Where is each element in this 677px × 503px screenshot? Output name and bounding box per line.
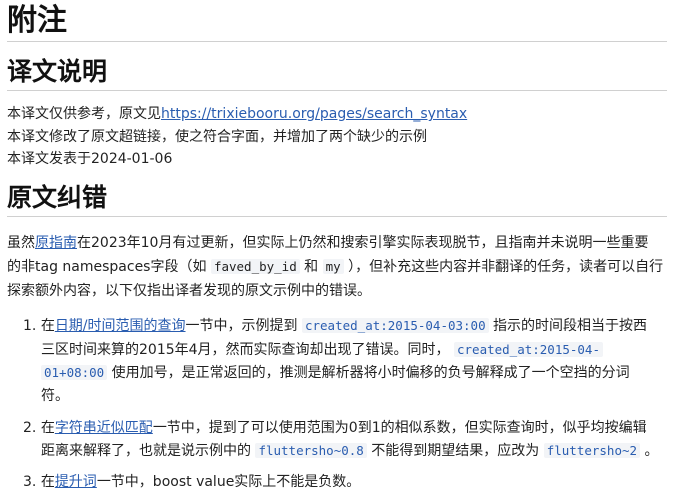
list-item-text: 一节中，boost value实际上不能是负数。 — [96, 474, 361, 490]
document-page: 附注 译文说明 本译文仅供参考，原文见https://trixiebooru.o… — [0, 0, 677, 503]
list-item-continuation: 符。 — [41, 388, 69, 404]
list-item-continuation: 三区时间来算的2015年4月，然而实际查询却出现了错误。同时， created_… — [41, 340, 603, 360]
errata-intro-line-1: 虽然原指南在2023年10月有过更新，但实际上仍然和搜索引擎实际表现脱节，且指南… — [7, 233, 648, 253]
page-title: 附注 — [7, 2, 667, 42]
section-heading-translation-note: 译文说明 — [7, 56, 667, 91]
errata-intro-line-3: 探索额外内容，以下仅指出译者发现的原文示例中的错误。 — [7, 283, 371, 299]
code-created-at-example: created_at:2015-04-03:00 — [301, 318, 489, 333]
source-url-link[interactable]: https://trixiebooru.org/pages/search_syn… — [161, 106, 467, 122]
list-item-text: 指示的时间段相当于按西 — [488, 318, 648, 334]
list-item-number: 2. — [23, 420, 37, 436]
translation-note-line-1-text: 本译文仅供参考，原文见 — [7, 106, 161, 122]
list-item-text: 在 — [40, 474, 55, 490]
errata-intro-line-2: 的非tag namespaces字段（如 faved_by_id 和 my ），… — [7, 257, 663, 277]
list-item-text: 使用加号，是正常返回的，推测是解析器将小时偏移的负号解释成了一个空挡的分词 — [107, 365, 630, 381]
list-item-text: 。 — [640, 443, 659, 459]
list-item-text: 三区时间来算的2015年4月，然而实际查询却出现了错误。同时， — [41, 342, 454, 358]
original-guide-link[interactable]: 原指南 — [35, 235, 77, 251]
list-item-text: 在 — [40, 420, 55, 436]
code-my: my — [322, 259, 344, 274]
code-created-at-plus-cont: 01+08:00 — [41, 365, 108, 380]
code-fluttersho-2: fluttersho~2 — [543, 443, 641, 458]
code-created-at-plus: created_at:2015-04- — [454, 342, 603, 357]
code-fluttersho-0-8: fluttersho~0.8 — [255, 443, 367, 458]
section-heading-errata: 原文纠错 — [7, 182, 667, 217]
list-item-text: 不能得到期望结果，应改为 — [366, 443, 544, 459]
date-range-query-link[interactable]: 日期/时间范围的查询 — [55, 318, 186, 334]
list-item-continuation: 距离来解释了，也就是说示例中的 fluttersho~0.8 不能得到期望结果，… — [41, 441, 658, 461]
list-item: 3. 在提升词一节中，boost value实际上不能是负数。 — [23, 472, 360, 492]
boost-link[interactable]: 提升词 — [55, 474, 97, 490]
errata-intro-text: 虽然 — [7, 235, 35, 251]
list-item: 1. 在日期/时间范围的查询一节中，示例提到 created_at:2015-0… — [23, 316, 647, 336]
translation-note-line-3: 本译文发表于2024-01-06 — [7, 151, 173, 167]
errata-intro-text: 和 — [299, 259, 323, 275]
list-item-continuation: 01+08:00 使用加号，是正常返回的，推测是解析器将小时偏移的负号解释成了一… — [41, 363, 630, 383]
translation-note-line-1: 本译文仅供参考，原文见https://trixiebooru.org/pages… — [7, 104, 467, 124]
translation-note-line-2: 本译文修改了原文超链接，使之符合字面，并增加了两个缺少的示例 — [7, 129, 427, 145]
errata-intro-text: ），但补充这些内容并非翻译的任务，读者可以自行 — [343, 259, 664, 275]
errata-intro-text: 的非tag namespaces字段（如 — [7, 259, 211, 275]
list-item-text: 一节中，提到了可以使用范围为0到1的相似系数，但实际查询时，似乎均按编辑 — [152, 420, 647, 436]
list-item-text: 距离来解释了，也就是说示例中的 — [41, 443, 256, 459]
list-item-text: 一节中，示例提到 — [185, 318, 302, 334]
fuzzy-match-link[interactable]: 字符串近似匹配 — [55, 420, 153, 436]
errata-intro-text: 在2023年10月有过更新，但实际上仍然和搜索引擎实际表现脱节，且指南并未说明一… — [77, 235, 649, 251]
list-item-number: 3. — [23, 474, 37, 490]
list-item-text: 在 — [40, 318, 55, 334]
list-item: 2. 在字符串近似匹配一节中，提到了可以使用范围为0到1的相似系数，但实际查询时… — [23, 418, 647, 438]
list-item-number: 1. — [23, 318, 37, 334]
code-faved-by-id: faved_by_id — [210, 259, 300, 274]
